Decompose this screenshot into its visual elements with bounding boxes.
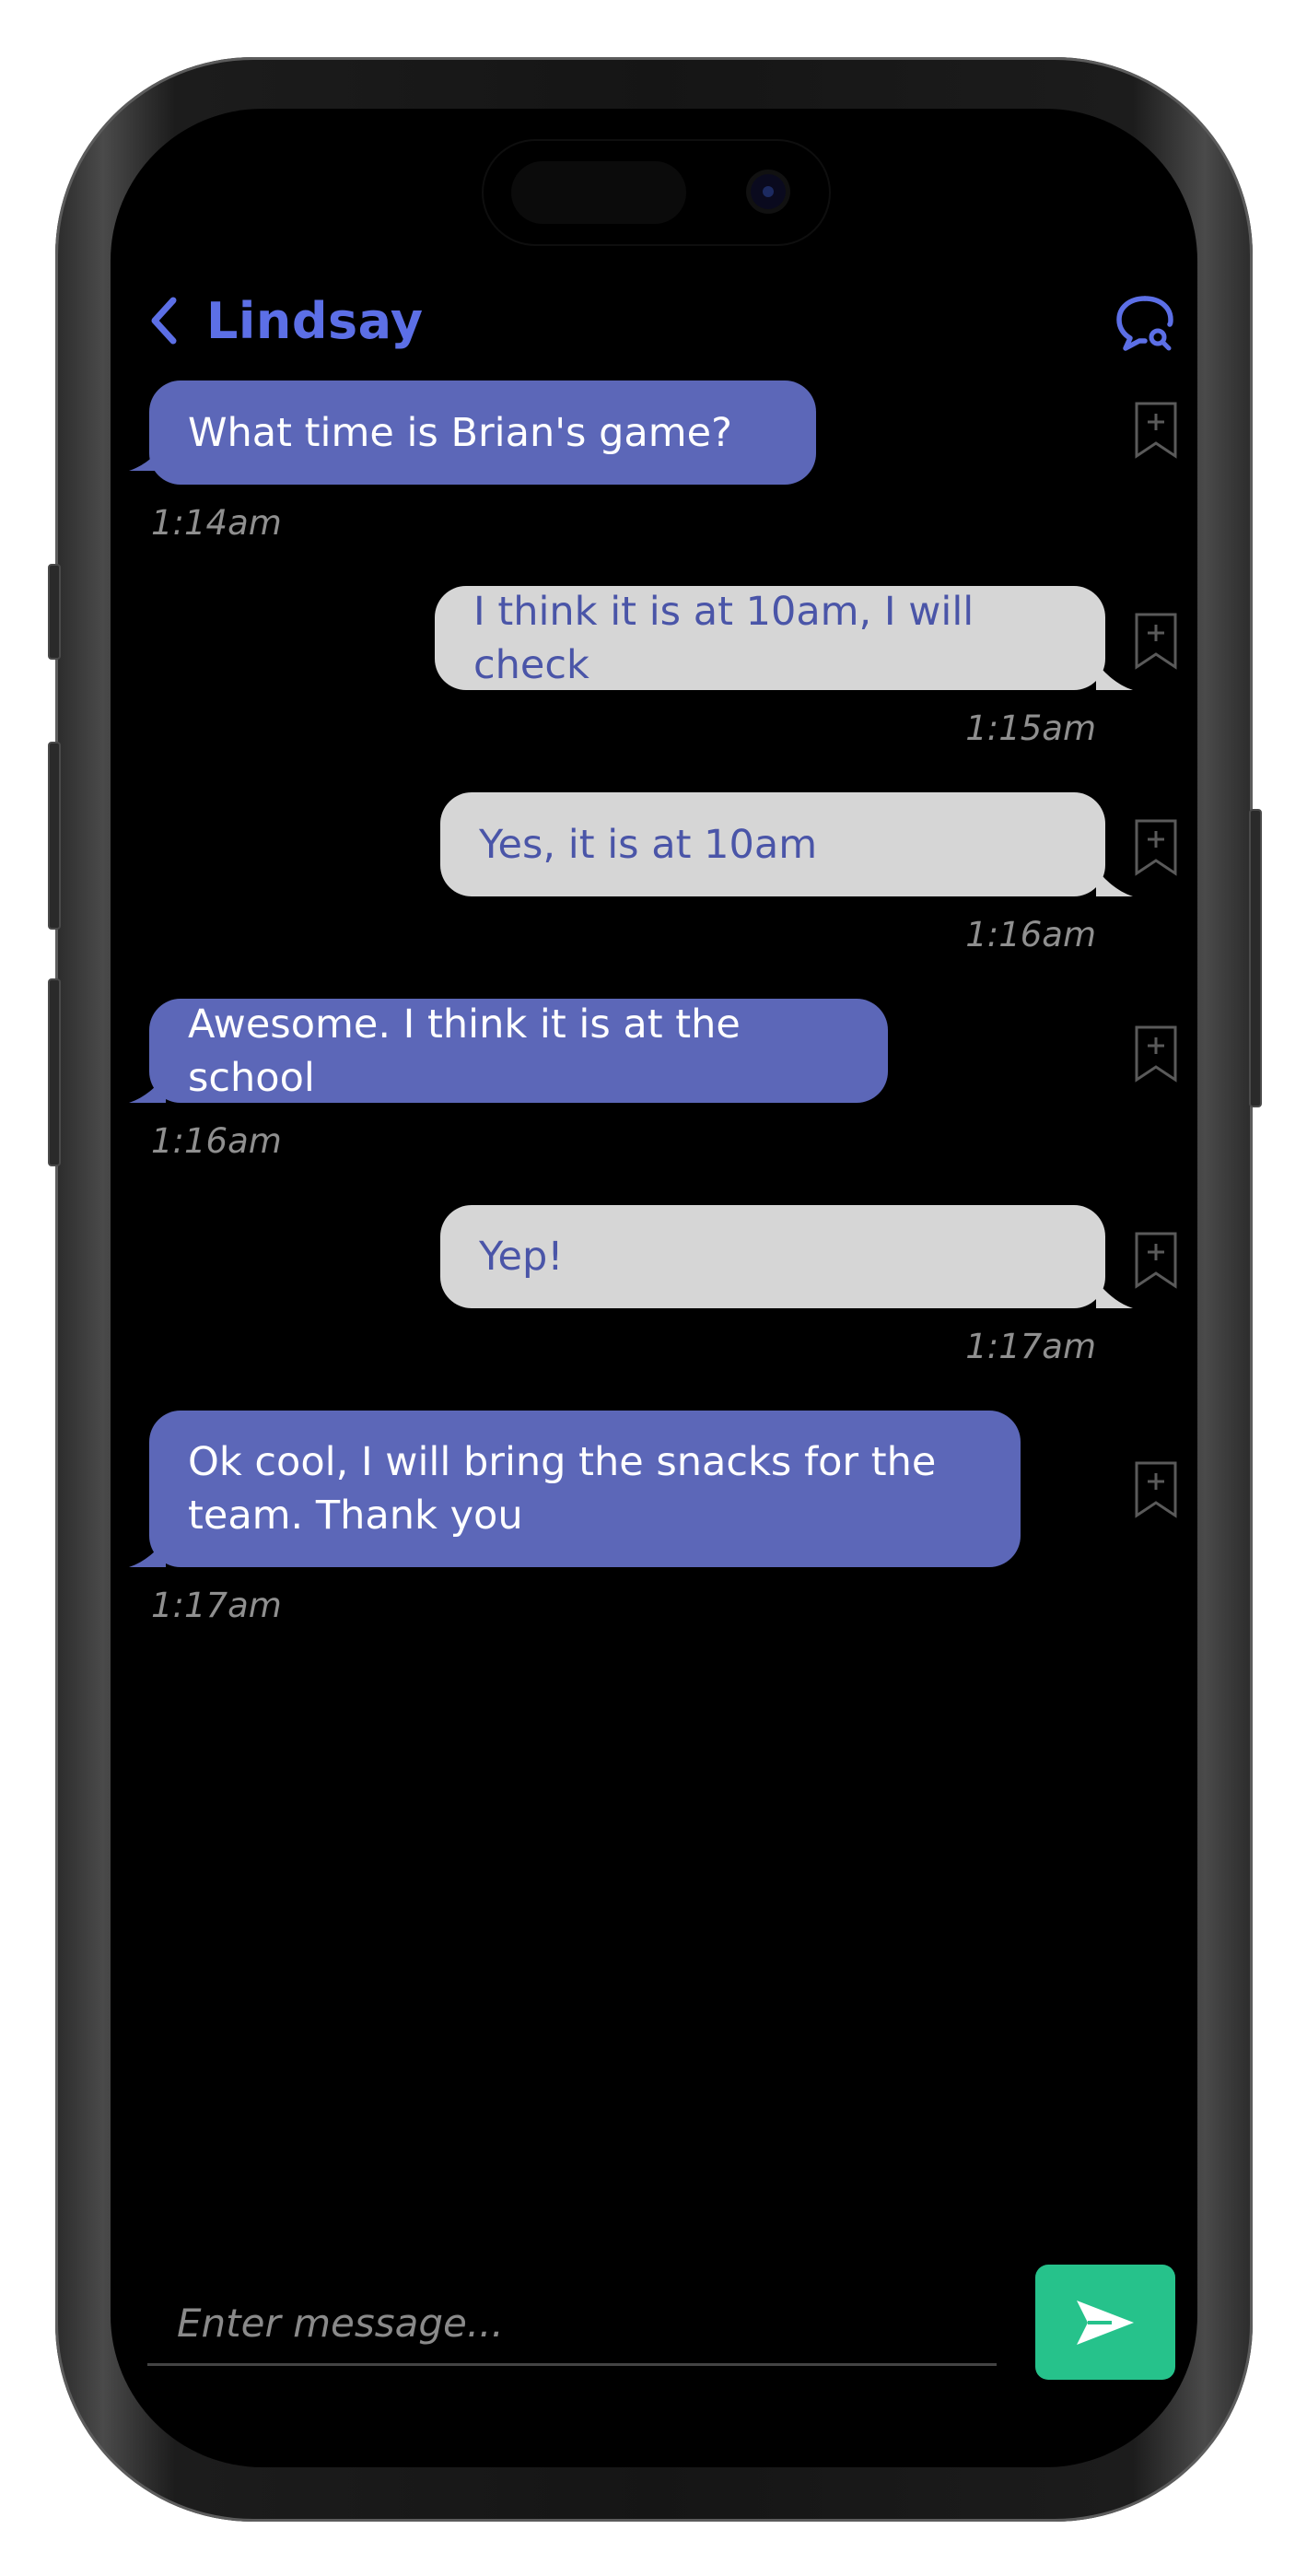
message-bubble-incoming[interactable]: Awesome. I think it is at the school [149, 999, 888, 1103]
message-text: Yep! [479, 1234, 564, 1280]
message-bubble-incoming[interactable]: Ok cool, I will bring the snacks for the… [149, 1411, 1021, 1567]
message-text: I think it is at 10am, I will check [473, 588, 974, 688]
chat-search-icon[interactable] [1114, 293, 1175, 354]
message-row: Awesome. I think it is at the school 1:1… [111, 999, 1197, 1165]
bookmark-add-icon[interactable] [1133, 401, 1179, 460]
camera-icon [751, 174, 786, 209]
chevron-left-icon [151, 297, 177, 345]
message-row: I think it is at 10am, I will check 1:15… [111, 586, 1197, 752]
volume-down-button [48, 978, 61, 1166]
message-timestamp: 1:17am [151, 1586, 282, 1625]
bookmark-add-icon[interactable] [1133, 1231, 1179, 1290]
message-bubble-incoming[interactable]: What time is Brian's game? [149, 381, 816, 485]
bubble-tail [1096, 662, 1133, 690]
bubble-tail [1096, 869, 1133, 896]
message-timestamp: 1:15am [965, 708, 1096, 748]
message-row: Yes, it is at 10am 1:16am [111, 792, 1197, 958]
bookmark-add-icon[interactable] [1133, 1460, 1179, 1519]
send-icon [1077, 2300, 1134, 2345]
message-text: Yes, it is at 10am [479, 821, 818, 868]
message-bubble-outgoing[interactable]: Yep! [440, 1205, 1105, 1308]
message-row: Ok cool, I will bring the snacks for the… [111, 1411, 1197, 1632]
message-timestamp: 1:16am [965, 915, 1096, 954]
message-timestamp: 1:16am [151, 1121, 282, 1161]
message-row: What time is Brian's game? 1:14am [111, 381, 1197, 546]
message-input[interactable] [147, 2283, 997, 2366]
phone-screen: Lindsay What time is Brian's game? 1:14a… [111, 109, 1197, 2467]
action-button [48, 564, 61, 660]
bookmark-add-icon[interactable] [1133, 1025, 1179, 1083]
message-text: Ok cool, I will bring the snacks for the… [188, 1439, 937, 1539]
message-text: What time is Brian's game? [188, 409, 732, 456]
chat-header: Lindsay [111, 265, 1197, 367]
message-timestamp: 1:14am [151, 503, 282, 543]
bubble-tail [1096, 1281, 1133, 1308]
send-button[interactable] [1035, 2265, 1175, 2380]
bookmark-add-icon[interactable] [1133, 818, 1179, 877]
bookmark-add-icon[interactable] [1133, 612, 1179, 671]
dynamic-island [484, 141, 829, 244]
message-text: Awesome. I think it is at the school [188, 1001, 741, 1101]
message-bubble-outgoing[interactable]: Yes, it is at 10am [440, 792, 1105, 896]
message-bubble-outgoing[interactable]: I think it is at 10am, I will check [435, 586, 1105, 690]
back-button[interactable]: Lindsay [147, 288, 424, 353]
volume-up-button [48, 742, 61, 930]
message-timestamp: 1:17am [965, 1327, 1096, 1366]
message-row: Yep! 1:17am [111, 1205, 1197, 1371]
contact-name: Lindsay [206, 291, 424, 350]
message-composer [147, 2265, 1179, 2412]
power-button [1249, 809, 1262, 1107]
